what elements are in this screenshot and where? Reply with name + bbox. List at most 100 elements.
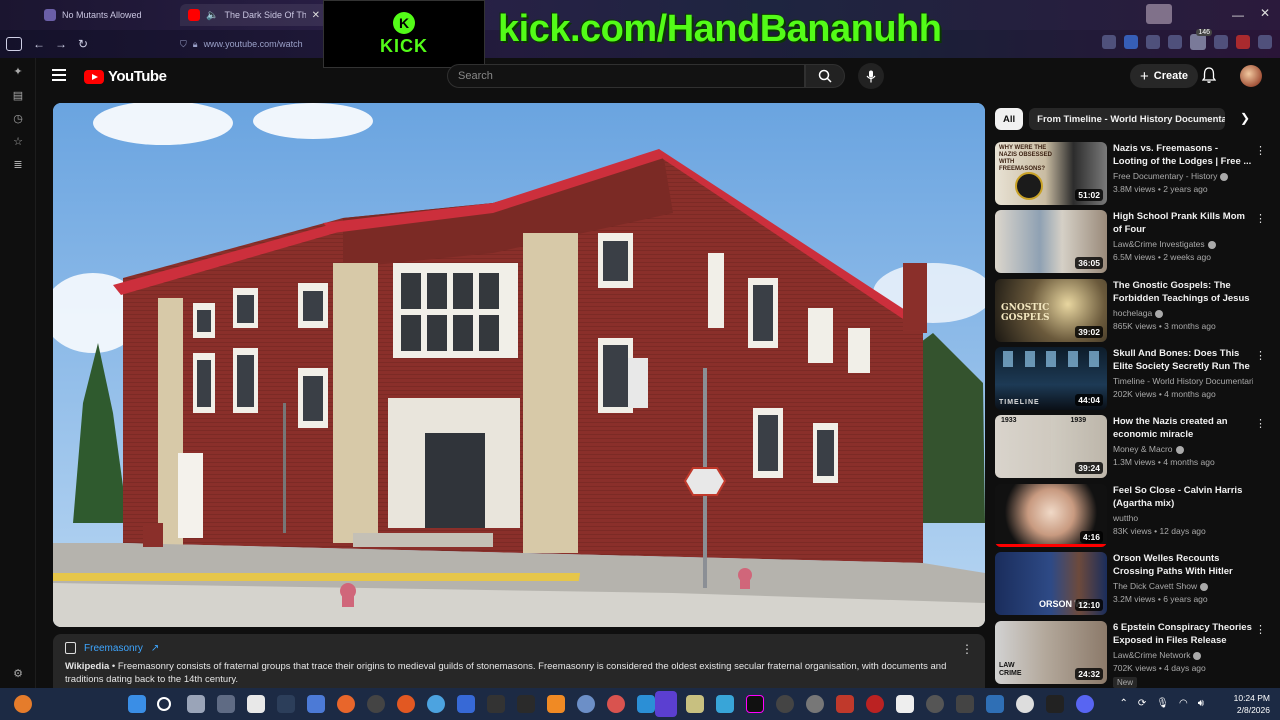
video-thumbnail[interactable]: 1933 1939 39:24 [995,415,1107,478]
extension-icon[interactable] [1146,35,1160,49]
app-icon[interactable] [866,695,884,713]
recommendation-item[interactable]: WHY WERE THE NAZIS OBSESSED WITH FREEMAS… [995,142,1270,206]
extension-icon[interactable] [1102,35,1116,49]
create-button[interactable]: + Create [1130,64,1199,88]
recommendation-item[interactable]: 36:05 High School Prank Kills Mom of Fou… [995,210,1270,274]
video-thumbnail[interactable]: TIMELINE 44:04 [995,347,1107,410]
microphone-tray-icon[interactable]: 🎙︎ [1156,698,1169,709]
account-avatar[interactable] [1240,65,1262,87]
address-bar[interactable]: ⛉ 🔒︎ www.youtube.com/watch [180,34,330,54]
video-thumbnail[interactable]: 4:16 [995,484,1107,547]
chevron-up-icon[interactable]: ⌃ [1119,698,1127,709]
channel-name[interactable]: Free Documentary - History [1113,171,1253,181]
epic-games-icon[interactable] [1046,695,1064,713]
app-icon[interactable] [427,695,445,713]
channel-name[interactable]: Timeline - World History Documentaries [1113,376,1253,386]
video-title[interactable]: Nazis vs. Freemasons - Looting of the Lo… [1113,142,1253,168]
youtube-logo[interactable]: YouTube [84,68,167,85]
app-icon[interactable] [457,695,475,713]
search-button[interactable] [805,64,845,88]
discord-icon[interactable] [1076,695,1094,713]
channel-name[interactable]: The Dick Cavett Show [1113,581,1253,591]
chip-from-timeline[interactable]: From Timeline - World History Documentar… [1029,108,1226,130]
tab-no-mutants-allowed[interactable]: No Mutants Allowed [36,4,181,26]
menu-icon[interactable] [1258,35,1272,49]
recommendation-item[interactable]: 4:16 Feel So Close - Calvin Harris (Agar… [995,484,1270,548]
search-input[interactable]: Search [447,64,805,88]
firefox-icon[interactable] [337,695,355,713]
recommendation-item[interactable]: ORSON WE 12:10 Orson Welles Recounts Cro… [995,552,1270,616]
history-icon[interactable]: ◷ [12,113,24,125]
app-icon[interactable] [836,695,854,713]
video-title[interactable]: Feel So Close - Calvin Harris (Agartha m… [1113,484,1253,510]
epic-games-icon[interactable] [517,695,535,713]
recommendation-item[interactable]: 1933 1939 39:24 How the Nazis created an… [995,415,1270,479]
recommendation-item[interactable]: GNOSTIC GOSPELS 39:02 The Gnostic Gospel… [995,279,1270,343]
extension-icon[interactable] [1168,35,1182,49]
recommendation-item[interactable]: TIMELINE 44:04 Skull And Bones: Does Thi… [995,347,1270,411]
more-options-icon[interactable]: ⋮ [1255,212,1266,225]
voice-search-button[interactable] [858,63,884,89]
widgets-icon[interactable] [217,695,235,713]
steam-icon[interactable] [277,695,295,713]
audio-icon[interactable]: 🔈 [206,10,218,21]
channel-name[interactable]: Law&Crime Network [1113,650,1253,660]
start-menu-icon[interactable] [128,695,146,713]
tiktok-icon[interactable] [746,695,764,713]
video-player[interactable] [53,103,985,627]
video-title[interactable]: 6 Epstein Conspiracy Theories Exposed in… [1113,621,1253,647]
reload-icon[interactable]: ↻ [72,34,94,54]
extension-icon[interactable] [1124,35,1138,49]
channel-name[interactable]: Money & Macro [1113,444,1253,454]
more-options-icon[interactable]: ⋮ [1255,623,1266,636]
channel-name[interactable]: wuttho [1113,513,1253,523]
weather-widget-icon[interactable] [14,695,32,713]
extension-icon[interactable] [1214,35,1228,49]
app-icon[interactable] [986,695,1004,713]
app-icon[interactable] [397,695,415,713]
sync-icon[interactable]: ⟳ [1138,698,1146,709]
forward-icon[interactable]: → [50,34,72,54]
clock[interactable]: 10:24 PM 2/8/2026 [1234,692,1270,716]
video-thumbnail[interactable]: 36:05 [995,210,1107,273]
video-thumbnail[interactable]: GNOSTIC GOSPELS 39:02 [995,279,1107,342]
video-thumbnail[interactable]: ORSON WE 12:10 [995,552,1107,615]
youtube-extension-icon[interactable] [1236,35,1250,49]
sparkle-icon[interactable]: ✦ [12,66,24,78]
video-thumbnail[interactable]: WHY WERE THE NAZIS OBSESSED WITH FREEMAS… [995,142,1107,205]
app-icon[interactable] [716,695,734,713]
file-icon[interactable] [896,695,914,713]
app-icon[interactable] [686,695,704,713]
app-icon[interactable] [776,695,794,713]
recommendation-item[interactable]: LAW CRIME 24:32 6 Epstein Conspiracy The… [995,621,1270,688]
sidebar-toggle-icon[interactable] [6,37,22,51]
chip-all[interactable]: All [995,108,1024,130]
vlc-icon[interactable] [547,695,565,713]
search-icon[interactable] [157,697,171,711]
app-icon[interactable] [487,695,505,713]
browser-active-icon[interactable] [655,691,677,717]
notifications-bell-icon[interactable] [1201,67,1217,86]
extension-badge-icon[interactable]: 146 [1190,29,1212,50]
close-tab-icon[interactable]: ✕ [312,10,320,21]
channel-name[interactable]: Law&Crime Investigates [1113,239,1253,249]
app-icon[interactable] [307,695,325,713]
more-options-icon[interactable]: ⋮ [961,642,973,656]
volume-icon[interactable]: 🔊︎ [1198,698,1204,709]
app-icon[interactable] [367,695,385,713]
video-title[interactable]: How the Nazis created an economic miracl… [1113,415,1253,441]
reading-list-icon[interactable]: ▤ [12,90,24,102]
app-icon[interactable] [1016,695,1034,713]
app-icon[interactable] [577,695,595,713]
wifi-icon[interactable]: ◠ [1179,698,1188,709]
back-icon[interactable]: ← [28,34,50,54]
app-icon[interactable] [806,695,824,713]
app-icon[interactable] [926,695,944,713]
app-icon[interactable] [607,695,625,713]
chevron-right-icon[interactable]: ❯ [1240,111,1250,125]
store-icon[interactable] [247,695,265,713]
notes-icon[interactable]: ≣ [12,159,24,171]
video-title[interactable]: The Gnostic Gospels: The Forbidden Teach… [1113,279,1253,305]
settings-gear-icon[interactable]: ⚙ [12,668,24,680]
video-title[interactable]: High School Prank Kills Mom of Four [1113,210,1253,236]
